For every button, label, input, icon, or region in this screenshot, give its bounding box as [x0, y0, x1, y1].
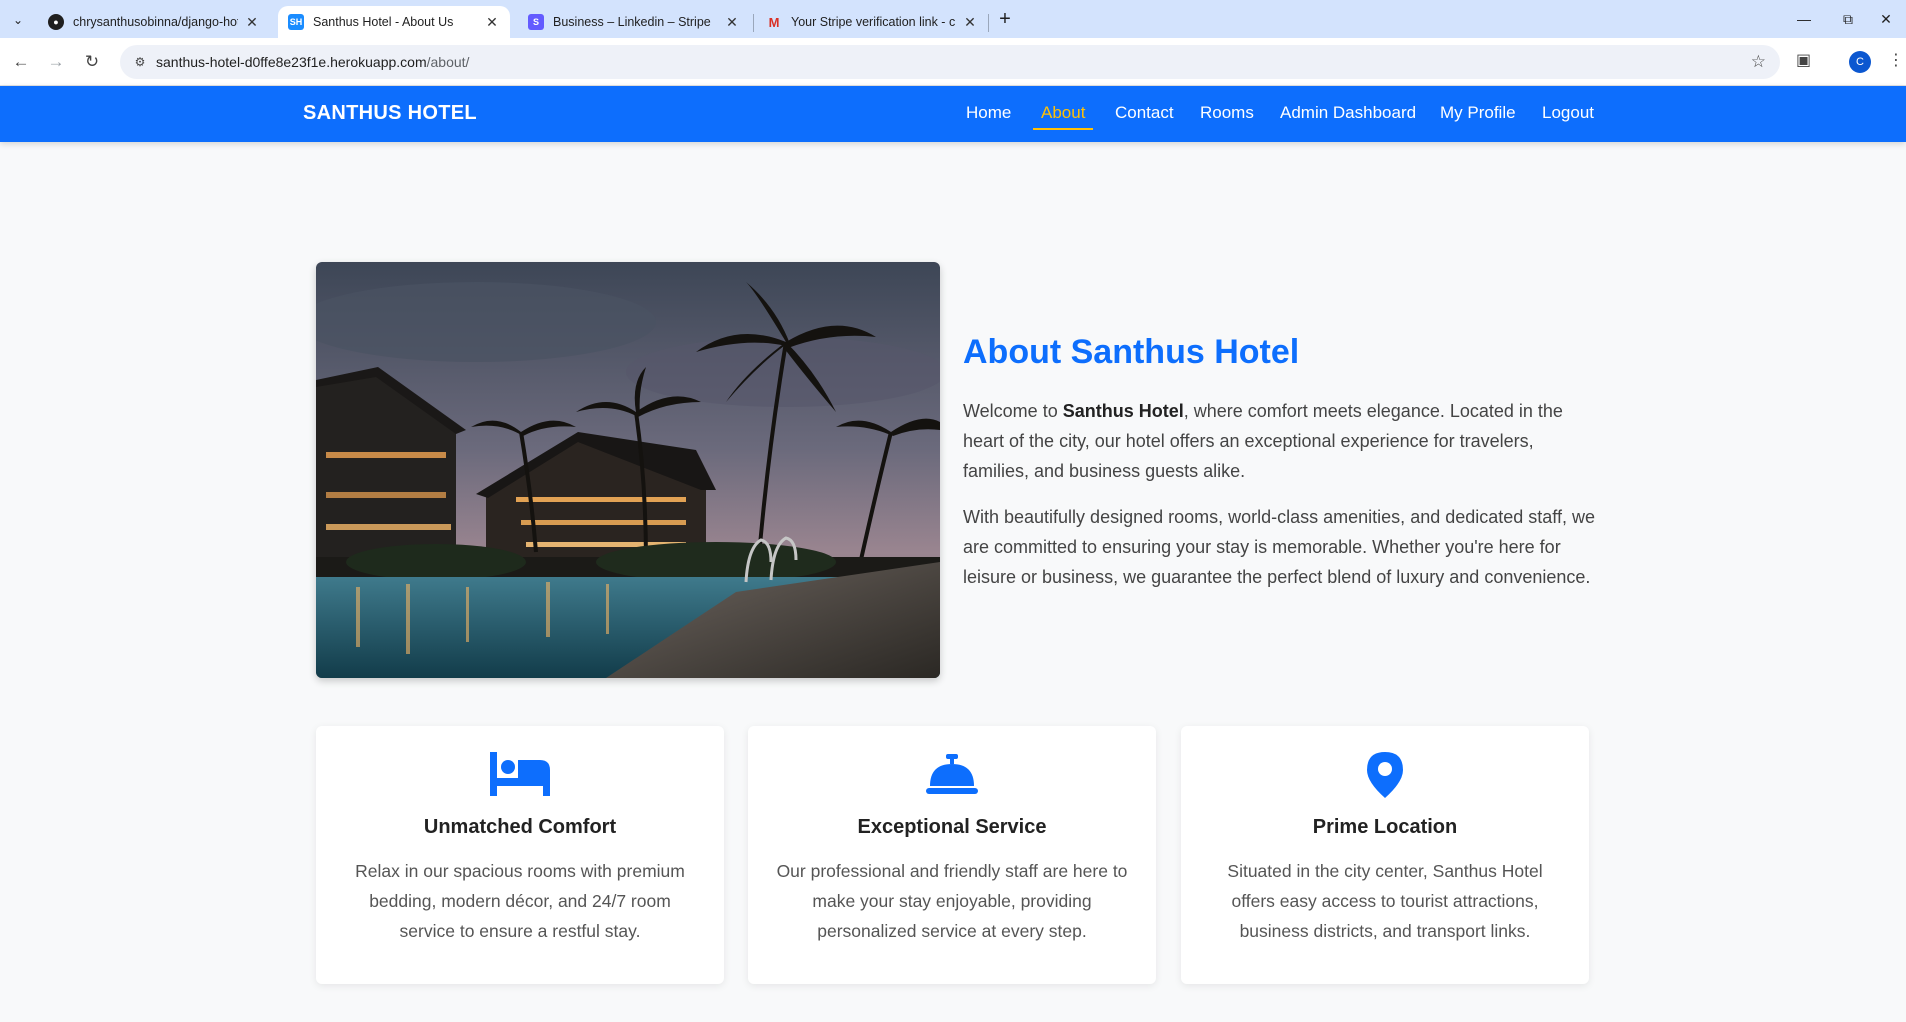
site-info-icon[interactable]: ⚙: [132, 54, 148, 70]
browser-tab-stripe[interactable]: S Business – Linkedin – Stripe ✕: [518, 6, 750, 38]
browser-tab-gmail[interactable]: M Your Stripe verification link - ch ✕: [756, 6, 988, 38]
about-heading: About Santhus Hotel: [963, 333, 1300, 371]
browser-tab-github[interactable]: ● chrysanthusobinna/django-hot ✕: [38, 6, 270, 38]
feature-title: Exceptional Service: [857, 816, 1047, 838]
site-favicon: SH: [288, 14, 304, 30]
browser-tab-bar: ⌄ ● chrysanthusobinna/django-hot ✕ SH Sa…: [0, 0, 1906, 38]
window-close-icon[interactable]: ✕: [1866, 6, 1906, 32]
feature-description: Our professional and friendly staff are …: [776, 861, 1128, 941]
extensions-puzzle-icon[interactable]: ▣: [1796, 50, 1811, 70]
tab-title: Santhus Hotel - About Us: [313, 15, 454, 29]
feature-card-comfort: Unmatched Comfort Relax in our spacious …: [316, 726, 724, 984]
feature-card-service: Exceptional Service Our professional and…: [748, 726, 1156, 984]
url-text[interactable]: santhus-hotel-d0ffe8e23f1e.herokuapp.com…: [156, 54, 469, 70]
nav-link-logout[interactable]: Logout: [1542, 103, 1594, 128]
nav-link-about[interactable]: About: [1033, 103, 1094, 130]
back-arrow-icon[interactable]: ←: [9, 50, 33, 74]
new-tab-plus-icon[interactable]: +: [993, 8, 1017, 30]
tab-search-chevron-icon[interactable]: ⌄: [6, 8, 30, 32]
hotel-name-bold: Santhus Hotel: [1062, 401, 1184, 421]
forward-arrow-icon[interactable]: →: [44, 50, 68, 74]
feature-card-location: Prime Location Situated in the city cent…: [1181, 726, 1589, 984]
browser-toolbar: ← → ↻ ⚙ santhus-hotel-d0ffe8e23f1e.herok…: [0, 38, 1906, 86]
more-vertical-icon[interactable]: ⋮: [1888, 50, 1904, 70]
site-navbar: SANTHUS HOTEL Home About Contact Rooms A…: [0, 86, 1906, 142]
feature-description: Situated in the city center, Santhus Hot…: [1227, 861, 1543, 941]
tab-separator: [753, 14, 754, 32]
close-icon[interactable]: ✕: [724, 14, 740, 31]
brand-logo[interactable]: SANTHUS HOTEL: [303, 102, 477, 125]
gmail-icon: M: [768, 14, 780, 30]
stripe-favicon: S: [528, 14, 544, 30]
tab-title: Your Stripe verification link - ch: [791, 15, 956, 29]
feature-title: Unmatched Comfort: [423, 816, 617, 838]
hotel-pool-photo: [316, 262, 940, 678]
address-bar[interactable]: ⚙ santhus-hotel-d0ffe8e23f1e.herokuapp.c…: [120, 45, 1780, 79]
nav-link-home[interactable]: Home: [966, 103, 1011, 128]
about-intro-paragraph: Welcome to Santhus Hotel, where comfort …: [963, 401, 1563, 481]
nav-link-my-profile[interactable]: My Profile: [1440, 103, 1516, 128]
close-icon[interactable]: ✕: [244, 14, 260, 31]
close-icon[interactable]: ✕: [962, 14, 978, 31]
browser-tab-santhus-about[interactable]: SH Santhus Hotel - About Us ✕: [278, 6, 510, 38]
close-icon[interactable]: ✕: [484, 14, 500, 31]
restore-icon[interactable]: ⧉: [1828, 6, 1868, 32]
github-icon: ●: [48, 14, 64, 30]
about-commitment-paragraph: With beautifully designed rooms, world-c…: [963, 507, 1595, 587]
feature-title: Prime Location: [1312, 816, 1458, 838]
tab-title: chrysanthusobinna/django-hot: [73, 15, 238, 29]
tab-separator: [988, 14, 989, 32]
location-pin-icon: [1181, 750, 1589, 798]
nav-link-rooms[interactable]: Rooms: [1200, 103, 1254, 128]
profile-avatar[interactable]: C: [1849, 51, 1871, 73]
nav-link-admin-dashboard[interactable]: Admin Dashboard: [1280, 103, 1416, 128]
nav-link-contact[interactable]: Contact: [1115, 103, 1174, 128]
reload-icon[interactable]: ↻: [80, 50, 104, 74]
minimize-icon[interactable]: —: [1784, 6, 1824, 32]
concierge-bell-icon: [748, 750, 1156, 798]
feature-description: Relax in our spacious rooms with premium…: [355, 861, 685, 941]
bookmark-star-icon[interactable]: ☆: [1751, 52, 1766, 72]
tab-title: Business – Linkedin – Stripe: [553, 15, 711, 29]
bed-icon: [316, 750, 724, 798]
